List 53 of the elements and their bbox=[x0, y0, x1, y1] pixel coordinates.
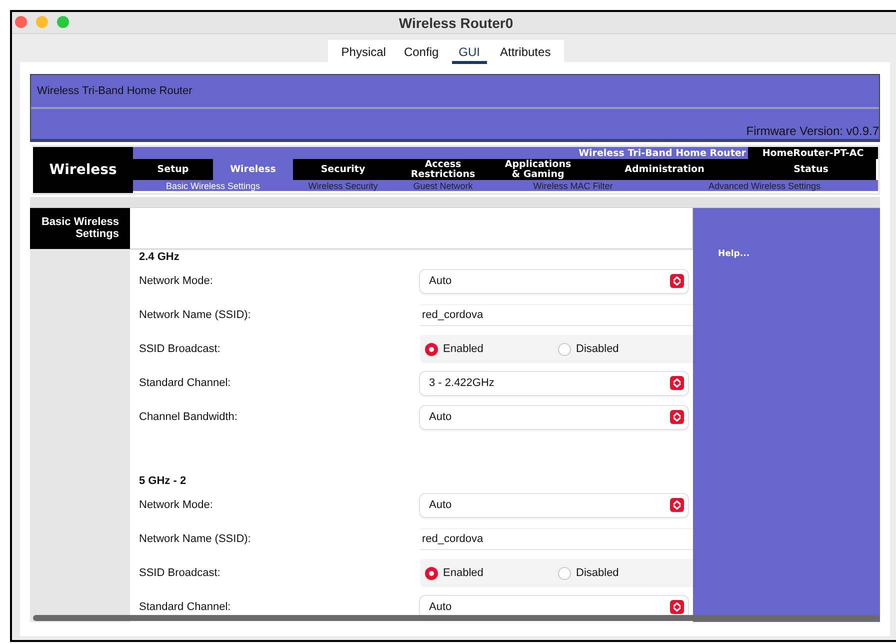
radio-option[interactable]: Enabled bbox=[425, 566, 558, 580]
section-title: 5 GHz - 2 bbox=[138, 474, 188, 488]
tab[interactable]: Physical bbox=[332, 42, 395, 62]
field-label: Network Mode: bbox=[138, 275, 214, 287]
radio-button[interactable] bbox=[425, 342, 438, 356]
tab[interactable]: Attributes bbox=[491, 42, 560, 62]
chevron-icon bbox=[670, 376, 684, 390]
tab[interactable]: Config bbox=[394, 42, 448, 62]
field-label: Channel Bandwidth: bbox=[138, 411, 238, 423]
radio-button[interactable] bbox=[558, 342, 571, 356]
window-title: Wireless Router0 bbox=[398, 14, 514, 30]
section-title: 2.4 GHz bbox=[138, 250, 180, 264]
firmware-version: Firmware Version: v0.9.7 bbox=[745, 124, 879, 139]
radio-option[interactable]: Disabled bbox=[558, 342, 691, 356]
dropdown[interactable]: Auto bbox=[420, 270, 688, 292]
dropdown[interactable]: Auto bbox=[420, 494, 688, 516]
field-label: SSID Broadcast: bbox=[138, 343, 222, 355]
nav-tab[interactable]: Administration bbox=[583, 159, 746, 180]
input-field[interactable]: red_cordova bbox=[420, 304, 693, 326]
product-title: Wireless Tri-Band Home Router bbox=[31, 75, 879, 109]
field-label: SSID Broadcast: bbox=[138, 567, 222, 579]
nav-tab[interactable]: Access Restrictions bbox=[393, 159, 493, 180]
section-logo: Wireless bbox=[33, 147, 133, 193]
dropdown[interactable]: 3 - 2.422GHz bbox=[420, 372, 688, 394]
scrollbar[interactable] bbox=[33, 615, 880, 621]
sidebar-heading: Basic Wireless Settings bbox=[30, 208, 130, 249]
minimize-button[interactable] bbox=[36, 16, 48, 28]
nav-tab[interactable]: Applications & Gaming bbox=[493, 159, 583, 180]
field-label: Network Name (SSID): bbox=[138, 309, 252, 321]
radio-button[interactable] bbox=[425, 566, 438, 580]
chevron-icon bbox=[670, 498, 684, 512]
close-button[interactable] bbox=[15, 16, 27, 28]
radio-option[interactable]: Enabled bbox=[425, 342, 558, 356]
zoom-button[interactable] bbox=[57, 16, 69, 28]
help-link[interactable]: Help... bbox=[718, 249, 750, 259]
product-name: Wireless Tri-Band Home Router bbox=[578, 148, 747, 158]
field-label: Standard Channel: bbox=[138, 377, 232, 389]
field-label: Network Name (SSID): bbox=[138, 533, 252, 545]
nav-tab[interactable]: Wireless bbox=[213, 159, 293, 180]
sub-nav-link[interactable]: Basic Wireless Settings bbox=[166, 180, 260, 190]
chevron-icon bbox=[670, 600, 684, 614]
model-name: HomeRouter-PT-AC bbox=[748, 147, 878, 159]
field-label: Standard Channel: bbox=[138, 601, 232, 613]
nav-tab[interactable]: Setup bbox=[133, 159, 213, 180]
input-field[interactable]: red_cordova bbox=[420, 528, 693, 550]
nav-tab[interactable]: Status bbox=[746, 159, 876, 180]
dropdown[interactable]: Auto bbox=[420, 406, 688, 428]
radio-option[interactable]: Disabled bbox=[558, 566, 691, 580]
radio-button[interactable] bbox=[558, 566, 571, 580]
chevron-icon bbox=[670, 274, 684, 288]
nav-tab[interactable]: Security bbox=[293, 159, 393, 180]
field-label: Network Mode: bbox=[138, 499, 214, 511]
chevron-icon bbox=[670, 410, 684, 424]
